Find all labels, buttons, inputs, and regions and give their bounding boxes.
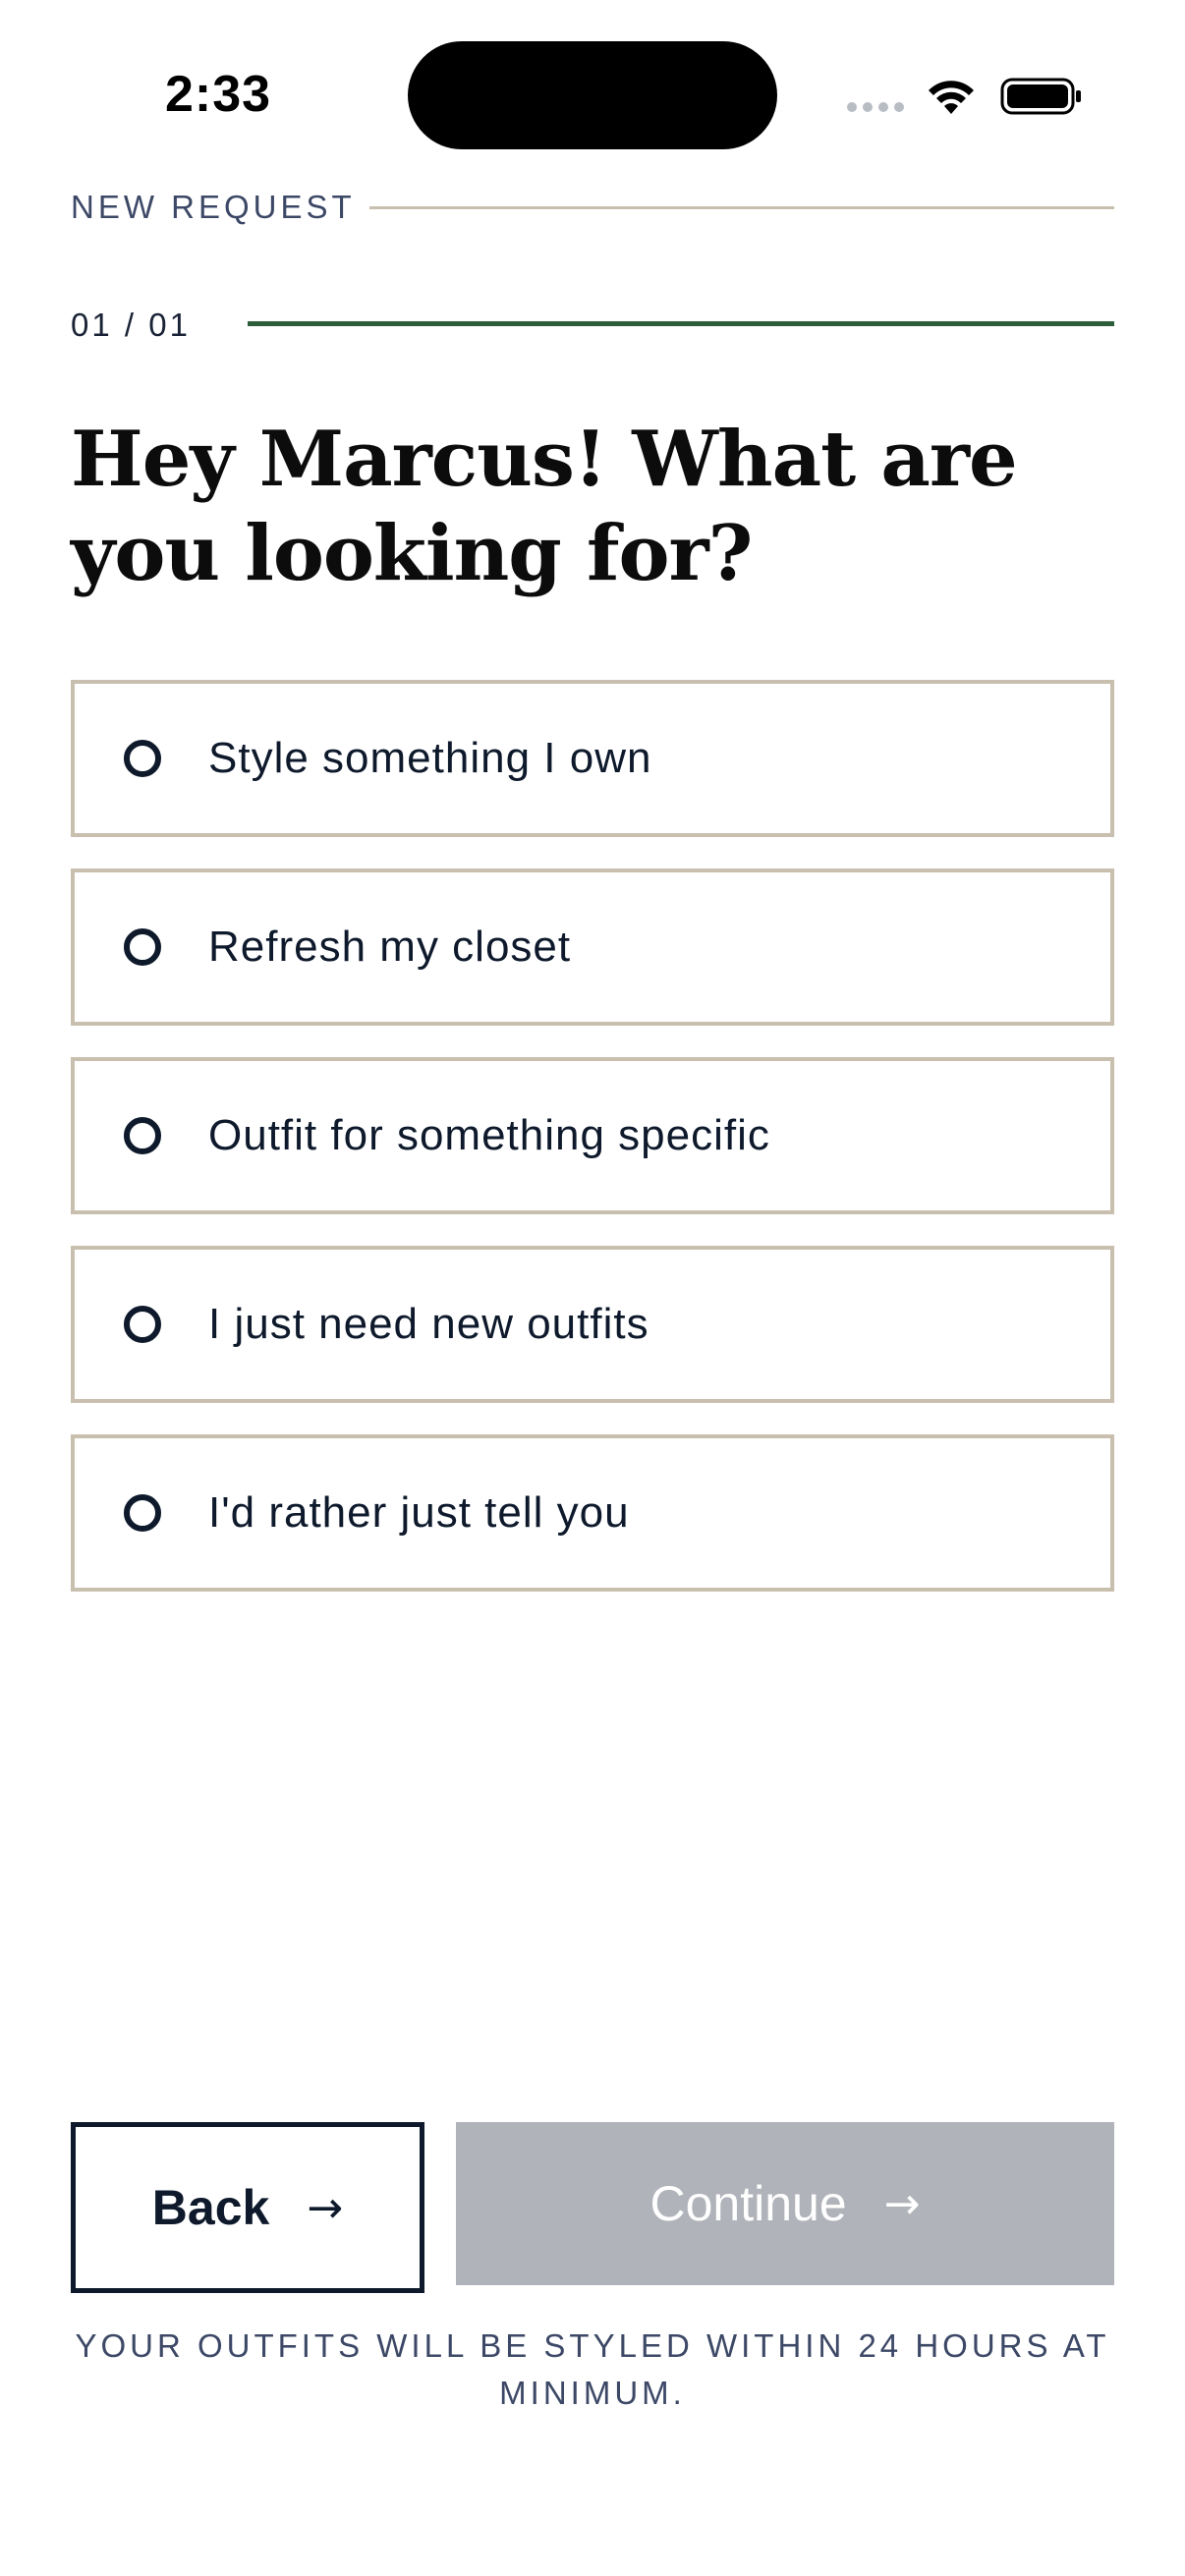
eyebrow-divider: [369, 206, 1114, 209]
cellular-signal-icon: [847, 102, 904, 112]
arrow-right-icon: →: [307, 2182, 344, 2233]
arrow-right-icon: →: [883, 2178, 921, 2229]
step-counter: 01 / 01: [71, 307, 191, 343]
radio-button[interactable]: [124, 1117, 161, 1154]
progress-bar-fill: [248, 321, 1114, 326]
option-id-rather-just-tell-you[interactable]: I'd rather just tell you: [71, 1434, 1114, 1592]
section-eyebrow: NEW REQUEST: [71, 189, 356, 225]
option-i-just-need-new-outfits[interactable]: I just need new outfits: [71, 1246, 1114, 1403]
option-outfit-for-something-specific[interactable]: Outfit for something specific: [71, 1057, 1114, 1214]
option-label: Outfit for something specific: [208, 1111, 770, 1159]
option-label: Refresh my closet: [208, 923, 572, 971]
option-label: I'd rather just tell you: [208, 1488, 630, 1537]
option-label: Style something I own: [208, 734, 652, 782]
wifi-icon: [929, 81, 974, 114]
radio-button[interactable]: [124, 740, 161, 777]
footnote: YOUR OUTFITS WILL BE STYLED WITHIN 24 HO…: [75, 2327, 1110, 2411]
battery-icon: [1000, 78, 1081, 115]
page-title: Hey Marcus! What are you looking for?: [71, 415, 1018, 598]
radio-button[interactable]: [124, 928, 161, 966]
back-button-label: Back: [151, 2180, 270, 2235]
radio-button[interactable]: [124, 1494, 161, 1532]
continue-button-label: Continue: [649, 2176, 847, 2231]
option-refresh-my-closet[interactable]: Refresh my closet: [71, 868, 1114, 1026]
status-time: 2:33: [165, 66, 272, 123]
dynamic-island: [408, 41, 777, 149]
radio-button[interactable]: [124, 1306, 161, 1343]
option-label: I just need new outfits: [208, 1300, 649, 1348]
continue-button[interactable]: Continue →: [456, 2122, 1114, 2285]
back-button[interactable]: Back →: [71, 2122, 424, 2293]
option-style-something-i-own[interactable]: Style something I own: [71, 680, 1114, 837]
